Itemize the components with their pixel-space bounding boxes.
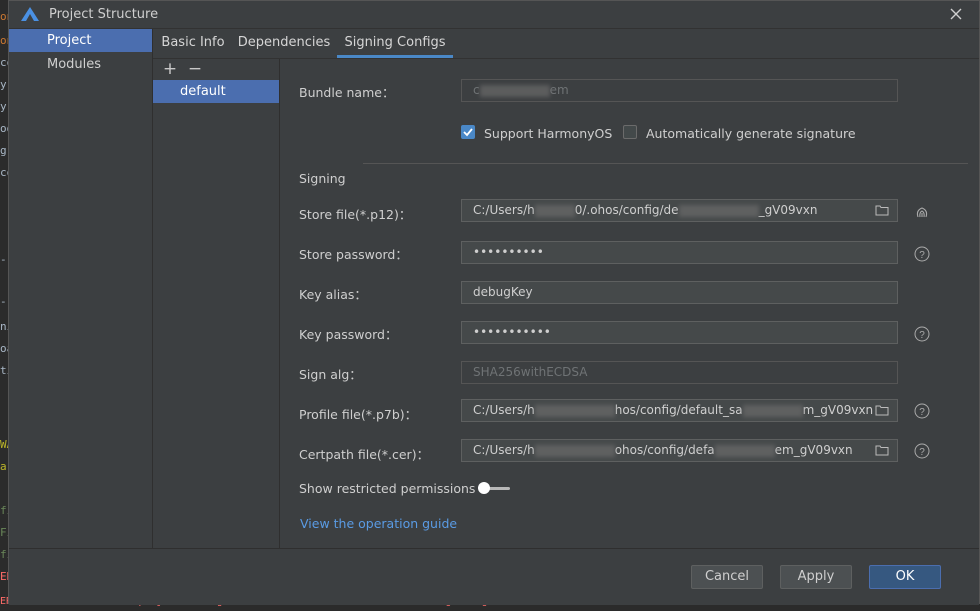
folder-icon[interactable] (875, 204, 889, 216)
tab-dependencies[interactable]: Dependencies (236, 29, 332, 58)
help-icon[interactable]: ? (914, 443, 930, 459)
svg-text:?: ? (919, 407, 925, 418)
dialog-title: Project Structure (49, 7, 159, 22)
section-divider (363, 163, 968, 164)
dialog-footer: Cancel Apply OK (9, 548, 979, 605)
tab-label: Signing Configs (344, 35, 446, 50)
config-item-default[interactable]: default (153, 80, 279, 103)
path-part: C:/Users/h (473, 403, 535, 417)
path-part: ohos/config/defa (614, 443, 715, 457)
signing-form: Bundle name： c em Support HarmonyOS Autom… (280, 59, 979, 548)
close-icon[interactable] (947, 5, 965, 23)
dialog-titlebar: Project Structure (9, 1, 979, 29)
svg-text:?: ? (919, 250, 925, 261)
folder-icon[interactable] (875, 404, 889, 416)
nav-item-modules[interactable]: Modules (9, 53, 152, 76)
path-part: C:/Users/h (473, 203, 535, 217)
sign-alg-label: Sign alg： (299, 367, 362, 382)
help-icon[interactable]: ? (914, 326, 930, 342)
code-fragment: g (0, 144, 7, 157)
path-part: C:/Users/h (473, 443, 535, 457)
folder-icon[interactable] (875, 444, 889, 456)
checkmark-icon (463, 128, 473, 137)
profile-file-field[interactable]: C:/Users/h hos/config/default_sa m_gV09vxn (461, 399, 898, 422)
certpath-file-label: Certpath file(*.cer)： (299, 447, 430, 462)
fingerprint-icon[interactable] (914, 204, 930, 220)
nav-item-label: Modules (47, 57, 102, 72)
certpath-file-field[interactable]: C:/Users/h ohos/config/defa em_gV09vxn (461, 439, 898, 462)
support-harmonyos-checkbox[interactable] (461, 125, 475, 139)
svg-text:?: ? (919, 330, 925, 341)
app-logo-icon (21, 7, 39, 21)
svg-text:?: ? (919, 447, 925, 458)
profile-file-label: Profile file(*.p7b)： (299, 407, 418, 422)
support-harmonyos-label: Support HarmonyOS (484, 126, 613, 141)
redacted-text (742, 404, 803, 417)
show-restricted-permissions-label: Show restricted permissions (299, 481, 476, 496)
tab-bar: Basic Info Dependencies Signing Configs (153, 29, 979, 59)
path-part: 0/.ohos/config/de (574, 203, 679, 217)
redacted-text (534, 204, 575, 217)
redacted-text (534, 404, 615, 417)
redacted-text (479, 84, 550, 97)
redacted-text (678, 204, 759, 217)
code-fragment: a (0, 460, 7, 473)
operation-guide-link[interactable]: View the operation guide (300, 516, 457, 531)
bundle-name-field: c em (461, 79, 898, 102)
tab-signing-configs[interactable]: Signing Configs (337, 29, 453, 58)
code-fragment: y (0, 78, 7, 91)
help-icon[interactable]: ? (914, 246, 930, 262)
key-alias-label: Key alias： (299, 287, 367, 302)
remove-config-button[interactable]: − (187, 61, 203, 78)
path-part: m_gV09vxn (802, 403, 874, 417)
nav-item-label: Project (47, 33, 92, 48)
add-config-button[interactable]: + (162, 61, 178, 78)
key-alias-field[interactable]: debugKey (461, 281, 898, 304)
ok-button[interactable]: OK (869, 565, 941, 589)
path-part: _gV09vxn (758, 203, 818, 217)
tab-basic-info[interactable]: Basic Info (155, 29, 231, 58)
bundle-name-label: Bundle name： (299, 85, 395, 100)
auto-generate-signature-label: Automatically generate signature (646, 126, 856, 141)
restricted-permissions-toggle-knob[interactable] (478, 482, 490, 494)
left-navigation: Project Modules (9, 29, 153, 548)
store-file-field[interactable]: C:/Users/h 0/.ohos/config/de _gV09vxn (461, 199, 898, 222)
store-file-label: Store file(*.p12)： (299, 207, 412, 222)
redacted-text (714, 444, 775, 457)
code-fragment: - (0, 295, 7, 308)
signing-config-list: + − default (153, 59, 280, 548)
code-fragment: - (0, 253, 7, 266)
path-part: hos/config/default_sa (614, 403, 743, 417)
key-password-label: Key password： (299, 327, 398, 342)
bundle-name-value-end: em (549, 83, 569, 97)
help-icon[interactable]: ? (914, 403, 930, 419)
tab-label: Basic Info (161, 35, 225, 50)
key-password-field[interactable]: ••••••••••• (461, 321, 898, 344)
apply-button[interactable]: Apply (780, 565, 852, 589)
auto-generate-signature-checkbox[interactable] (623, 125, 637, 139)
code-fragment: y (0, 100, 7, 113)
tab-label: Dependencies (237, 35, 331, 50)
cancel-button[interactable]: Cancel (691, 565, 763, 589)
bundle-name-value-start: c (473, 83, 480, 97)
redacted-text (534, 444, 615, 457)
project-structure-dialog: Project Structure Project Modules Basic … (8, 0, 980, 605)
store-password-field[interactable]: •••••••••• (461, 241, 898, 264)
sign-alg-field: SHA256withECDSA (461, 361, 898, 384)
signing-section-title: Signing (299, 171, 346, 186)
store-password-label: Store password： (299, 247, 408, 262)
nav-item-project[interactable]: Project (9, 29, 152, 52)
path-part: em_gV09vxn (774, 443, 853, 457)
